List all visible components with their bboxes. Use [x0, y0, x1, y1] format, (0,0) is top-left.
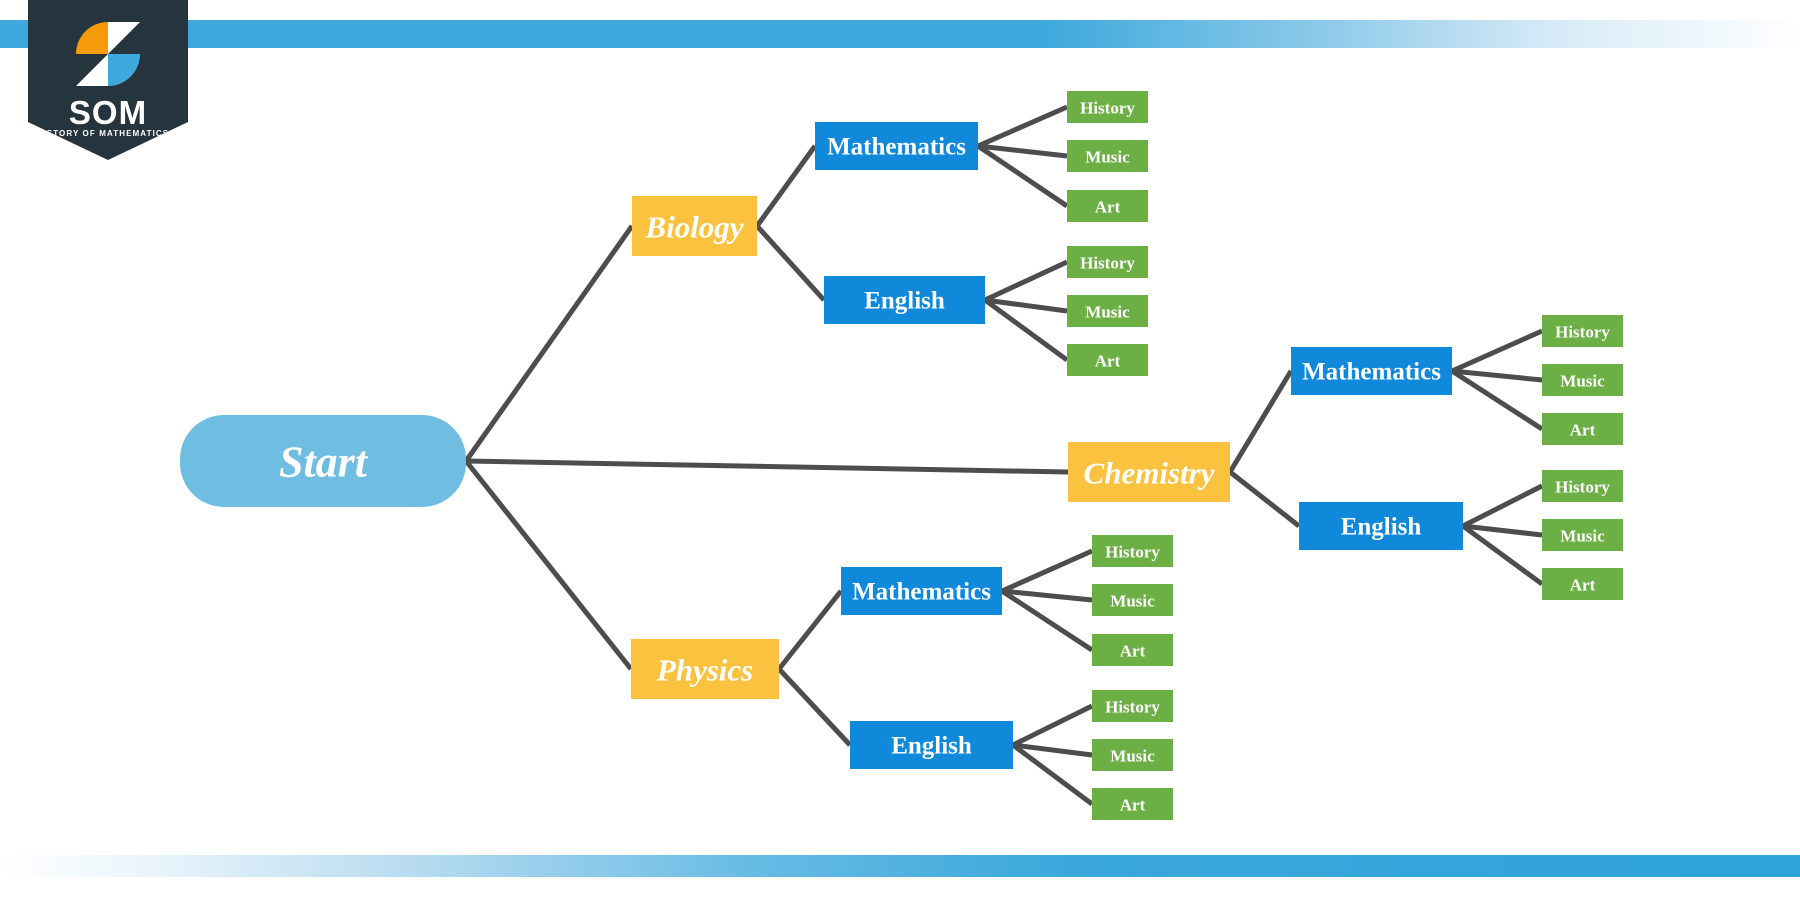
tree-node-bm-art[interactable]: Art: [1067, 190, 1148, 222]
node-label-pm-art: Art: [1120, 642, 1146, 661]
edge-layer: [463, 104, 1544, 807]
node-label-ce-mus: Music: [1560, 527, 1605, 546]
tree-node-chem-eng[interactable]: English: [1299, 502, 1463, 550]
node-label-physics: Physics: [656, 653, 753, 688]
node-label-chem-math: Mathematics: [1302, 359, 1441, 386]
tree-node-phy-eng[interactable]: English: [850, 721, 1013, 769]
tree-node-chemistry[interactable]: Chemistry: [1068, 442, 1230, 502]
tree-edge-start-to-physics: [464, 459, 633, 671]
tree-edge-chemistry-to-chem-eng: [1228, 470, 1301, 528]
node-label-pe-art: Art: [1120, 796, 1146, 815]
logo-tagline: STORY OF MATHEMATICS: [46, 129, 170, 138]
tree-node-be-hist[interactable]: History: [1067, 246, 1148, 278]
node-label-ce-hist: History: [1555, 478, 1610, 497]
node-label-pm-mus: Music: [1110, 592, 1155, 611]
tree-node-bio-eng[interactable]: English: [824, 276, 985, 324]
tree-node-bm-hist[interactable]: History: [1067, 91, 1148, 123]
node-label-cm-art: Art: [1570, 421, 1596, 440]
tree-edge-phy-math-to-pm-hist: [1000, 548, 1094, 594]
node-label-be-art: Art: [1095, 352, 1121, 371]
tree-node-pm-art[interactable]: Art: [1092, 634, 1173, 666]
tree-edge-bio-math-to-bm-hist: [976, 104, 1069, 149]
tree-node-cm-mus[interactable]: Music: [1542, 364, 1623, 396]
node-label-cm-mus: Music: [1560, 372, 1605, 391]
node-layer: Start Biology Chemistry Physics Mathematics E…: [180, 91, 1623, 820]
node-label-phy-math: Mathematics: [852, 579, 991, 606]
tree-edge-start-to-biology: [463, 224, 635, 463]
node-label-pe-mus: Music: [1110, 747, 1155, 766]
tree-node-be-mus[interactable]: Music: [1067, 295, 1148, 327]
som-mark-icon: [76, 22, 140, 86]
tree-node-phy-math[interactable]: Mathematics: [841, 567, 1002, 615]
tree-edge-physics-to-phy-eng: [777, 667, 852, 747]
node-label-pe-hist: History: [1105, 698, 1160, 717]
logo-wordmark: SOM: [68, 94, 148, 131]
node-label-phy-eng: English: [891, 733, 972, 760]
tree-node-biology[interactable]: Biology: [632, 196, 757, 256]
tree-node-pe-mus[interactable]: Music: [1092, 739, 1173, 771]
tree-diagram: Start Biology Chemistry Physics Mathematics E…: [180, 91, 1623, 820]
tree-node-ce-mus[interactable]: Music: [1542, 519, 1623, 551]
node-label-chem-eng: English: [1341, 514, 1422, 541]
node-label-chemistry: Chemistry: [1084, 456, 1215, 491]
node-label-cm-hist: History: [1555, 323, 1610, 342]
tree-edge-start-to-chemistry: [465, 458, 1069, 475]
tree-node-pe-hist[interactable]: History: [1092, 690, 1173, 722]
tree-edge-physics-to-phy-math: [777, 589, 843, 671]
tree-node-pm-mus[interactable]: Music: [1092, 584, 1173, 616]
tree-node-cm-hist[interactable]: History: [1542, 315, 1623, 347]
node-label-bm-hist: History: [1080, 99, 1135, 118]
tree-edge-phy-eng-to-pe-hist: [1011, 703, 1094, 748]
tree-node-ce-art[interactable]: Art: [1542, 568, 1623, 600]
tree-edge-biology-to-bio-math: [754, 144, 818, 228]
tree-node-chem-math[interactable]: Mathematics: [1291, 347, 1452, 395]
tree-node-be-art[interactable]: Art: [1067, 344, 1148, 376]
tree-node-pm-hist[interactable]: History: [1092, 535, 1173, 567]
node-label-bio-math: Mathematics: [827, 134, 966, 161]
node-label-ce-art: Art: [1570, 576, 1596, 595]
node-label-be-hist: History: [1080, 254, 1135, 273]
node-label-pm-hist: History: [1105, 543, 1160, 562]
tree-node-bio-math[interactable]: Mathematics: [815, 122, 978, 170]
tree-edge-chemistry-to-chem-math: [1227, 369, 1294, 474]
node-label-start: Start: [279, 438, 369, 487]
node-label-be-mus: Music: [1085, 303, 1130, 322]
tree-edge-chem-math-to-cm-hist: [1450, 328, 1544, 374]
som-logo-badge: SOM STORY OF MATHEMATICS: [28, 0, 188, 160]
tree-node-cm-art[interactable]: Art: [1542, 413, 1623, 445]
tree-edge-chem-eng-to-ce-hist: [1461, 483, 1544, 529]
tree-edge-bio-eng-to-be-hist: [983, 259, 1069, 303]
tree-edge-biology-to-bio-eng: [755, 224, 826, 302]
tree-node-physics[interactable]: Physics: [631, 639, 779, 699]
node-label-bm-art: Art: [1095, 198, 1121, 217]
tree-node-bm-mus[interactable]: Music: [1067, 140, 1148, 172]
tree-node-ce-hist[interactable]: History: [1542, 470, 1623, 502]
node-label-bio-eng: English: [864, 288, 945, 315]
tree-node-start[interactable]: Start: [180, 415, 466, 507]
tree-node-pe-art[interactable]: Art: [1092, 788, 1173, 820]
node-label-biology: Biology: [644, 210, 743, 245]
node-label-bm-mus: Music: [1085, 148, 1130, 167]
